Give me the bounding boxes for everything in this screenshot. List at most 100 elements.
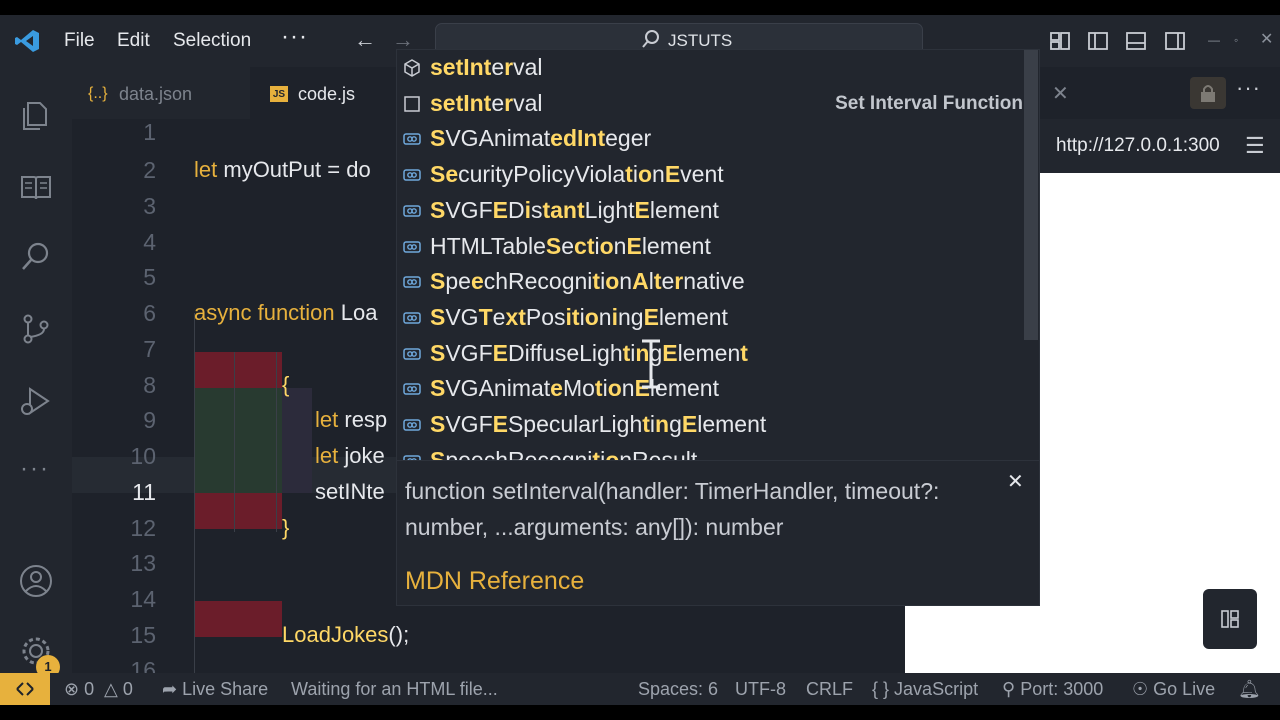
menu-more-button[interactable]: ··· xyxy=(281,23,308,51)
menu-edit[interactable]: Edit xyxy=(117,30,150,52)
suggestion-item[interactable]: setInterval Set Interval Function xyxy=(397,86,1023,121)
minimize-window-icon[interactable]: — xyxy=(1208,33,1220,47)
warning-count: 0 xyxy=(122,679,133,699)
json-file-icon: {..} xyxy=(88,85,108,102)
indent-guide xyxy=(234,352,235,532)
live-share-button[interactable]: ➦ Live Share xyxy=(162,679,268,700)
remote-indicator[interactable] xyxy=(0,673,50,705)
class-icon xyxy=(403,133,421,146)
close-details-icon[interactable]: ✕ xyxy=(1007,469,1024,494)
suggestion-label: setInterval xyxy=(430,54,543,80)
line-number: 13 xyxy=(130,550,156,576)
suggestion-item[interactable]: SpeechRecognitionAlternative xyxy=(397,264,1023,299)
suggestion-item[interactable]: SVGAnimatedInteger xyxy=(397,121,1023,156)
accounts-icon[interactable] xyxy=(18,563,54,599)
line-number: 5 xyxy=(143,264,156,290)
warnings-indicator[interactable]: △ 0 xyxy=(104,679,133,700)
tab-code-js[interactable]: JS code.js xyxy=(250,67,398,121)
indent-highlight xyxy=(194,388,282,493)
indent-guide xyxy=(194,313,195,673)
line-number: 4 xyxy=(143,229,156,255)
tab-data-json[interactable]: {..} data.json xyxy=(72,67,250,119)
preview-menu-icon[interactable]: ☰ xyxy=(1245,133,1265,159)
toggle-primary-sidebar-icon[interactable] xyxy=(1086,29,1110,53)
more-actions-icon[interactable]: ··· xyxy=(1236,75,1261,101)
suggest-scrollbar[interactable] xyxy=(1024,50,1038,340)
method-cube-icon xyxy=(404,59,420,77)
code-line-2: let myOutPut = do xyxy=(194,157,371,183)
close-preview-tab-icon[interactable]: ✕ xyxy=(1052,81,1069,106)
toggle-panel-icon[interactable] xyxy=(1124,29,1148,53)
code-line-6: async function Loa xyxy=(194,300,377,326)
tab-label: data.json xyxy=(119,84,193,104)
search-icon xyxy=(642,30,659,48)
workspace-name: JSTUTS xyxy=(668,31,733,50)
js-file-icon: JS xyxy=(270,86,288,102)
suggestion-item[interactable]: SVGFEDiffuseLightingElement xyxy=(397,336,1023,371)
lock-icon xyxy=(1201,85,1215,102)
more-views-icon[interactable]: ··· xyxy=(20,455,50,483)
remote-icon xyxy=(16,682,34,696)
reading-list-icon[interactable] xyxy=(18,169,54,205)
run-debug-icon[interactable] xyxy=(18,383,54,419)
suggestion-item[interactable]: HTMLTableSectionElement xyxy=(397,229,1023,264)
warning-icon: △ xyxy=(104,679,118,699)
suggestion-detail: Set Interval Function xyxy=(835,92,1023,114)
search-view-icon[interactable] xyxy=(18,239,54,275)
notifications-bell-icon[interactable]: 🔔︎ xyxy=(1238,679,1261,700)
maximize-window-icon[interactable]: ◦ xyxy=(1234,33,1238,47)
suggestion-item[interactable]: SVGFESpecularLightingElement xyxy=(397,407,1023,442)
preview-page-lower xyxy=(905,603,1045,673)
floating-layout-button[interactable] xyxy=(1203,589,1257,649)
broadcast-icon: ☉ xyxy=(1132,679,1149,699)
suggestion-label: SVGTextPositioningElement xyxy=(430,303,728,330)
toggle-secondary-sidebar-icon[interactable] xyxy=(1163,29,1187,53)
suggestion-label: SVGFEDistantLightElement xyxy=(430,196,719,223)
class-icon xyxy=(403,276,421,288)
line-number: 8 xyxy=(143,372,156,398)
explorer-icon[interactable] xyxy=(18,97,54,133)
bracket-pair-highlight xyxy=(194,493,282,529)
port-indicator[interactable]: ⚲ Port: 3000 xyxy=(1002,679,1103,700)
vscode-window: File Edit Selection ··· ← → JSTUTS — ◦ ✕… xyxy=(0,15,1280,705)
eol-setting[interactable]: CRLF xyxy=(806,679,853,700)
customize-layout-icon[interactable] xyxy=(1048,29,1072,53)
suggestion-item[interactable]: SVGAnimateMotionElement xyxy=(397,371,1023,406)
suggestion-item[interactable]: SVGFEDistantLightElement xyxy=(397,193,1023,228)
errors-indicator[interactable]: ⊗ 0 xyxy=(64,679,94,700)
layout-grid-icon xyxy=(1221,610,1239,628)
keyword: function xyxy=(251,300,335,325)
error-icon: ⊗ xyxy=(64,679,80,699)
language-mode[interactable]: { } JavaScript xyxy=(872,679,978,700)
indentation-setting[interactable]: Spaces: 6 xyxy=(638,679,718,700)
encoding-setting[interactable]: UTF-8 xyxy=(735,679,786,700)
source-control-icon[interactable] xyxy=(18,311,54,347)
class-icon xyxy=(403,240,421,253)
code-text: (); xyxy=(388,622,410,647)
line-number: 1 xyxy=(143,119,156,145)
suggestion-label: SVGAnimatedInteger xyxy=(430,125,652,152)
code-line-10: let joke xyxy=(315,443,385,469)
keyword: let xyxy=(315,407,339,432)
activity-bar: ··· 1 xyxy=(0,67,72,679)
tab-label: code.js xyxy=(298,84,356,104)
suggestion-item[interactable]: SecurityPolicyViolationEvent xyxy=(397,157,1023,192)
indent-guide-highlight xyxy=(282,388,312,493)
live-share-icon: ➦ xyxy=(162,679,178,699)
back-arrow-icon[interactable]: ← xyxy=(354,27,376,53)
code-text: Loa xyxy=(334,300,378,325)
class-icon xyxy=(403,347,421,360)
menu-selection[interactable]: Selection xyxy=(173,30,251,52)
lock-group-button[interactable] xyxy=(1190,77,1226,109)
suggestion-item[interactable]: SVGTextPositioningElement xyxy=(397,300,1023,335)
suggestion-item[interactable]: setInterval xyxy=(397,50,1023,85)
preview-url[interactable]: http://127.0.0.1:300 xyxy=(1056,135,1220,157)
mdn-reference-link[interactable]: MDN Reference xyxy=(405,567,584,596)
line-number-current: 11 xyxy=(132,479,156,505)
menu-file[interactable]: File xyxy=(64,30,95,52)
signal-icon: ⚲ xyxy=(1002,679,1016,699)
go-live-button[interactable]: ☉ Go Live xyxy=(1132,679,1215,700)
class-icon xyxy=(403,312,421,324)
close-window-icon[interactable]: ✕ xyxy=(1260,29,1273,49)
code-line-11: setINte xyxy=(315,479,385,504)
